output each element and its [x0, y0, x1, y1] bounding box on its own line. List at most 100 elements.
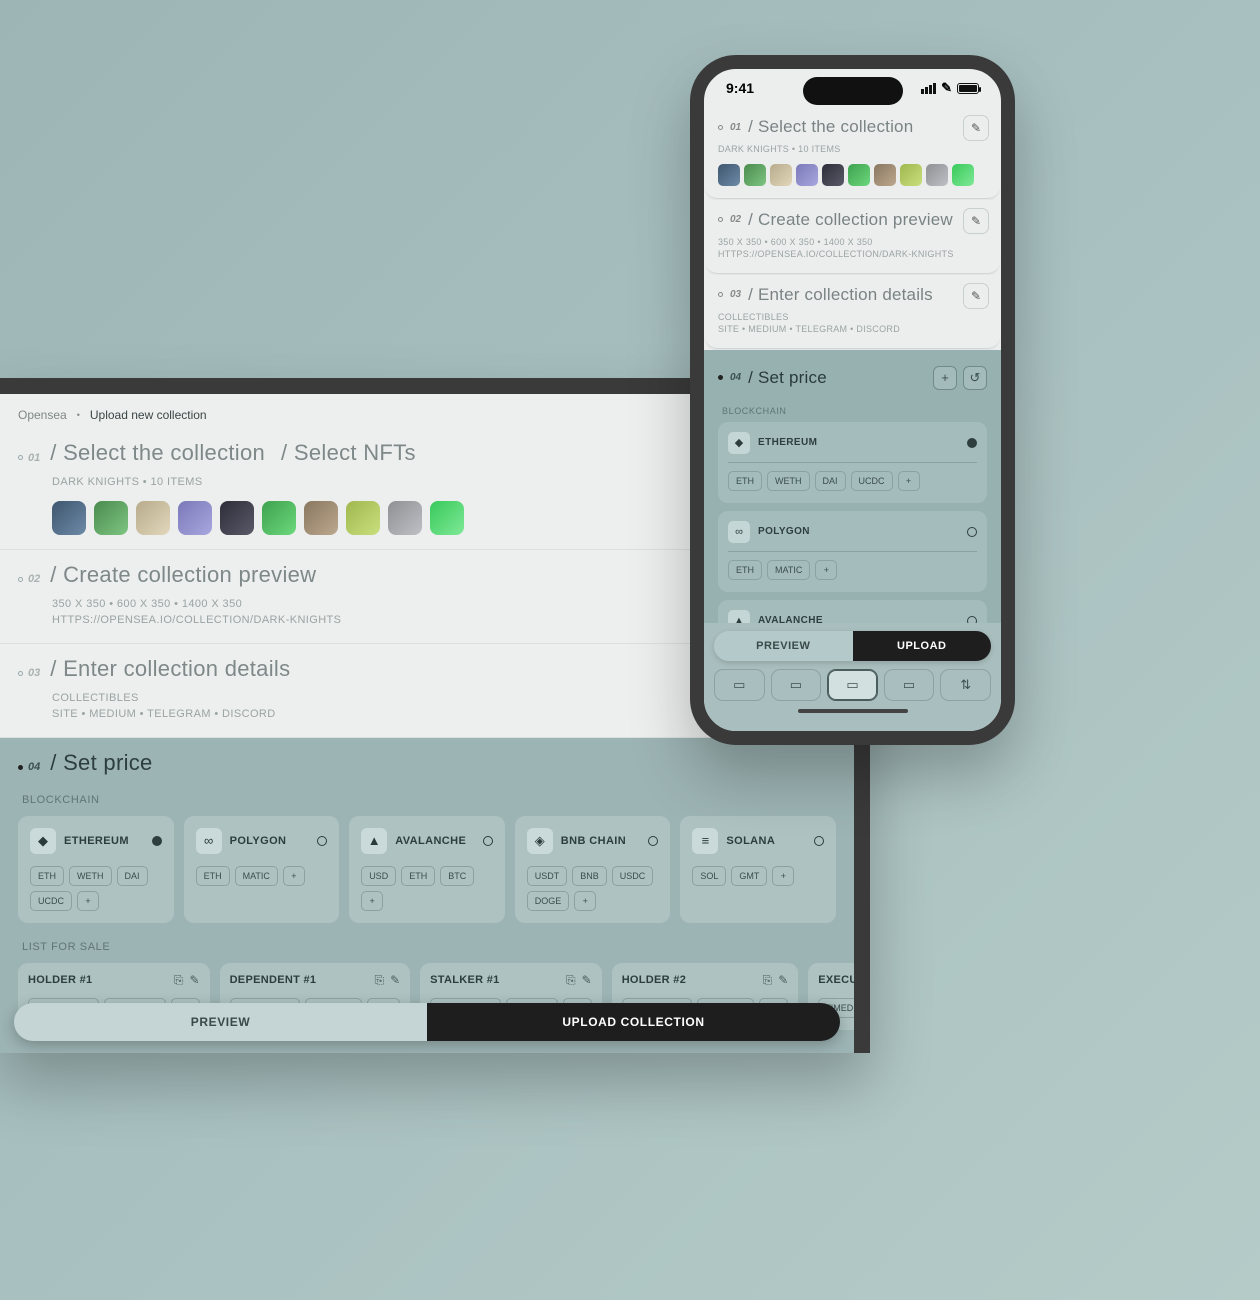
status-icons: ✎︎	[921, 80, 979, 96]
layout-icon-active[interactable]: ▭	[827, 669, 878, 701]
solana-icon: ≡	[692, 828, 718, 854]
avalanche-icon: ▲	[361, 828, 387, 854]
step-number: 01	[28, 452, 40, 464]
token-chip[interactable]: UCDC	[851, 471, 893, 491]
chain-ethereum[interactable]: ◆ ETHEREUM ETH WETH DAI UCDC +	[718, 422, 987, 503]
edit-icon[interactable]: ✎	[963, 208, 989, 234]
token-chip[interactable]: ETH	[728, 560, 762, 580]
step-indicator-icon	[718, 125, 723, 130]
chain-ethereum[interactable]: ◆ETHEREUM ETHWETHDAIUCDC+	[18, 816, 174, 923]
token-add-icon[interactable]: +	[77, 891, 99, 911]
token-chip[interactable]: USDT	[527, 866, 568, 886]
token-add-icon[interactable]: +	[815, 560, 837, 580]
chain-solana[interactable]: ≡SOLANA SOLGMT+	[680, 816, 836, 923]
token-add-icon[interactable]: +	[772, 866, 794, 886]
token-chip[interactable]: ETH	[30, 866, 64, 886]
radio-icon[interactable]	[648, 836, 658, 846]
token-chip[interactable]: WETH	[69, 866, 112, 886]
radio-icon[interactable]	[967, 527, 977, 537]
token-chip[interactable]: DAI	[815, 471, 846, 491]
step-number: 03	[730, 289, 741, 300]
chain-polygon[interactable]: ∞POLYGON ETHMATIC+	[184, 816, 340, 923]
phone-mock: 9:41 ✎︎ 01 / Select the collection ✎ DAR…	[690, 55, 1015, 745]
radio-icon[interactable]	[317, 836, 327, 846]
token-chip[interactable]: ETH	[401, 866, 435, 886]
copy-icon[interactable]: ⎘	[374, 973, 384, 988]
token-chip[interactable]: DOGE	[527, 891, 570, 911]
token-chip[interactable]: BNB	[572, 866, 607, 886]
token-row: ETH WETH DAI UCDC +	[728, 471, 977, 491]
status-time: 9:41	[726, 80, 754, 96]
edit-icon[interactable]: ✎	[390, 973, 400, 988]
chain-avalanche[interactable]: ▲AVALANCHE USDETHBTC+	[349, 816, 505, 923]
radio-selected-icon[interactable]	[152, 836, 162, 846]
token-add-icon[interactable]: +	[574, 891, 596, 911]
edit-icon[interactable]: ✎	[190, 973, 200, 988]
radio-icon[interactable]	[483, 836, 493, 846]
token-add-icon[interactable]: +	[898, 471, 920, 491]
token-chip[interactable]: ETH	[196, 866, 230, 886]
layout-icon[interactable]: ▭	[714, 669, 765, 701]
step-indicator-icon	[718, 292, 723, 297]
step-number: 01	[730, 122, 741, 133]
step-indicator-icon	[718, 375, 723, 380]
ethereum-icon: ◆	[728, 432, 750, 454]
section-label-blockchain: BLOCKCHAIN	[722, 406, 983, 416]
radio-icon[interactable]	[814, 836, 824, 846]
step-subtitle: / Select NFTs	[281, 440, 416, 466]
copy-icon[interactable]: ⎘	[566, 973, 576, 988]
step-title: / Enter collection details	[748, 285, 933, 305]
token-chip[interactable]: USDC	[612, 866, 654, 886]
token-chip[interactable]: USD	[361, 866, 396, 886]
edit-icon[interactable]: ✎	[963, 283, 989, 309]
edit-icon[interactable]: ✎	[778, 973, 788, 988]
layout-icon[interactable]: ▭	[884, 669, 935, 701]
token-add-icon[interactable]: +	[283, 866, 305, 886]
copy-icon[interactable]: ⎘	[763, 973, 773, 988]
edit-icon[interactable]: ✎	[963, 115, 989, 141]
step-number: 02	[730, 214, 741, 225]
token-chip[interactable]: BTC	[440, 866, 474, 886]
step-title: / Set price	[748, 368, 827, 388]
section-label-sale: LIST FOR SALE	[22, 941, 836, 953]
preview-button[interactable]: PREVIEW	[14, 1003, 427, 1041]
copy-icon[interactable]: ⎘	[174, 973, 184, 988]
step-number: 04	[730, 372, 741, 383]
nft-thumbs	[718, 164, 987, 186]
step-indicator-icon	[718, 217, 723, 222]
token-chip[interactable]: ETH	[728, 471, 762, 491]
settings-icon[interactable]: ⇅	[940, 669, 991, 701]
step-enter-details[interactable]: 03 / Enter collection details ✎ COLLECTI…	[704, 275, 1001, 349]
token-chip[interactable]: DAI	[117, 866, 148, 886]
separator-dot-icon: •	[77, 410, 80, 420]
step-title: / Enter collection details	[50, 656, 290, 682]
radio-selected-icon[interactable]	[967, 438, 977, 448]
layout-icon[interactable]: ▭	[771, 669, 822, 701]
undo-button[interactable]: ↺	[963, 366, 987, 390]
step-select-collection[interactable]: 01 / Select the collection ✎ DARK KNIGHT…	[704, 107, 1001, 199]
step-meta: COLLECTIBLESSITE • MEDIUM • TELEGRAM • D…	[718, 311, 987, 336]
signal-icon	[921, 83, 936, 94]
token-chip[interactable]: MATIC	[767, 560, 810, 580]
token-chip[interactable]: GMT	[731, 866, 767, 886]
edit-icon[interactable]: ✎	[582, 973, 592, 988]
preview-button[interactable]: PREVIEW	[714, 631, 853, 661]
upload-collection-button[interactable]: UPLOAD COLLECTION	[427, 1003, 840, 1041]
add-button[interactable]: +	[933, 366, 957, 390]
phone-bottom-bar: PREVIEW UPLOAD ▭ ▭ ▭ ▭ ⇅	[704, 623, 1001, 731]
step-title: / Create collection preview	[748, 210, 953, 230]
token-chip[interactable]: UCDC	[30, 891, 72, 911]
token-chip[interactable]: WETH	[767, 471, 810, 491]
step-meta: DARK KNIGHTS • 10 ITEMS	[718, 143, 987, 156]
token-chip[interactable]: MATIC	[235, 866, 278, 886]
chain-name: ETHEREUM	[758, 437, 817, 448]
step-create-preview[interactable]: 02 / Create collection preview ✎ 350 X 3…	[704, 200, 1001, 274]
upload-button[interactable]: UPLOAD	[853, 631, 992, 661]
token-add-icon[interactable]: +	[361, 891, 383, 911]
step-title: / Select the collection	[748, 117, 913, 137]
chain-bnb[interactable]: ◈BNB CHAIN USDTBNBUSDCDOGE+	[515, 816, 671, 923]
chain-polygon[interactable]: ∞POLYGON ETH MATIC +	[718, 511, 987, 592]
step-meta: 350 X 350 • 600 X 350 • 1400 X 350HTTPS:…	[718, 236, 987, 261]
token-chip[interactable]: SOL	[692, 866, 726, 886]
breadcrumb-app[interactable]: Opensea	[18, 408, 67, 422]
